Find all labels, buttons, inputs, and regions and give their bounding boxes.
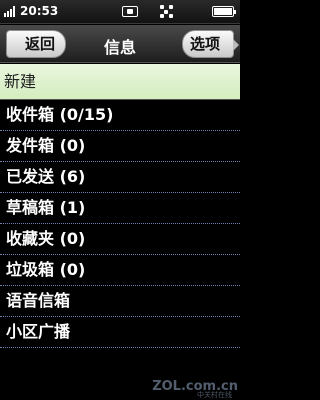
menu-item-cell-broadcast[interactable]: 小区广播: [0, 317, 240, 348]
message-icon: [122, 6, 138, 17]
connection-icon: [160, 5, 174, 18]
menu-item-drafts[interactable]: 草稿箱 (1): [0, 193, 240, 224]
page-title: 信息: [103, 38, 136, 57]
battery-icon: [212, 6, 236, 17]
menu-item-voicemail[interactable]: 语音信箱: [0, 286, 240, 317]
menu-item-sent[interactable]: 已发送 (6): [0, 162, 240, 193]
menu-item-outbox[interactable]: 发件箱 (0): [0, 131, 240, 162]
back-button[interactable]: 返回: [6, 30, 66, 58]
clock: 20:53: [20, 4, 59, 18]
menu-item-favorites[interactable]: 收藏夹 (0): [0, 224, 240, 255]
menu-item-new[interactable]: 新建: [0, 64, 240, 100]
title-bar: 返回 信息 选项: [0, 25, 240, 63]
watermark-sub: 中关村在线: [197, 391, 232, 399]
menu-item-trash[interactable]: 垃圾箱 (0): [0, 255, 240, 286]
status-bar: 20:53: [0, 0, 240, 24]
menu-item-inbox[interactable]: 收件箱 (0/15): [0, 100, 240, 131]
message-menu: 新建 收件箱 (0/15) 发件箱 (0) 已发送 (6) 草稿箱 (1) 收藏…: [0, 64, 240, 348]
options-button[interactable]: 选项: [182, 30, 239, 58]
signal-icon: [4, 6, 18, 17]
battery-fill: [214, 8, 232, 15]
